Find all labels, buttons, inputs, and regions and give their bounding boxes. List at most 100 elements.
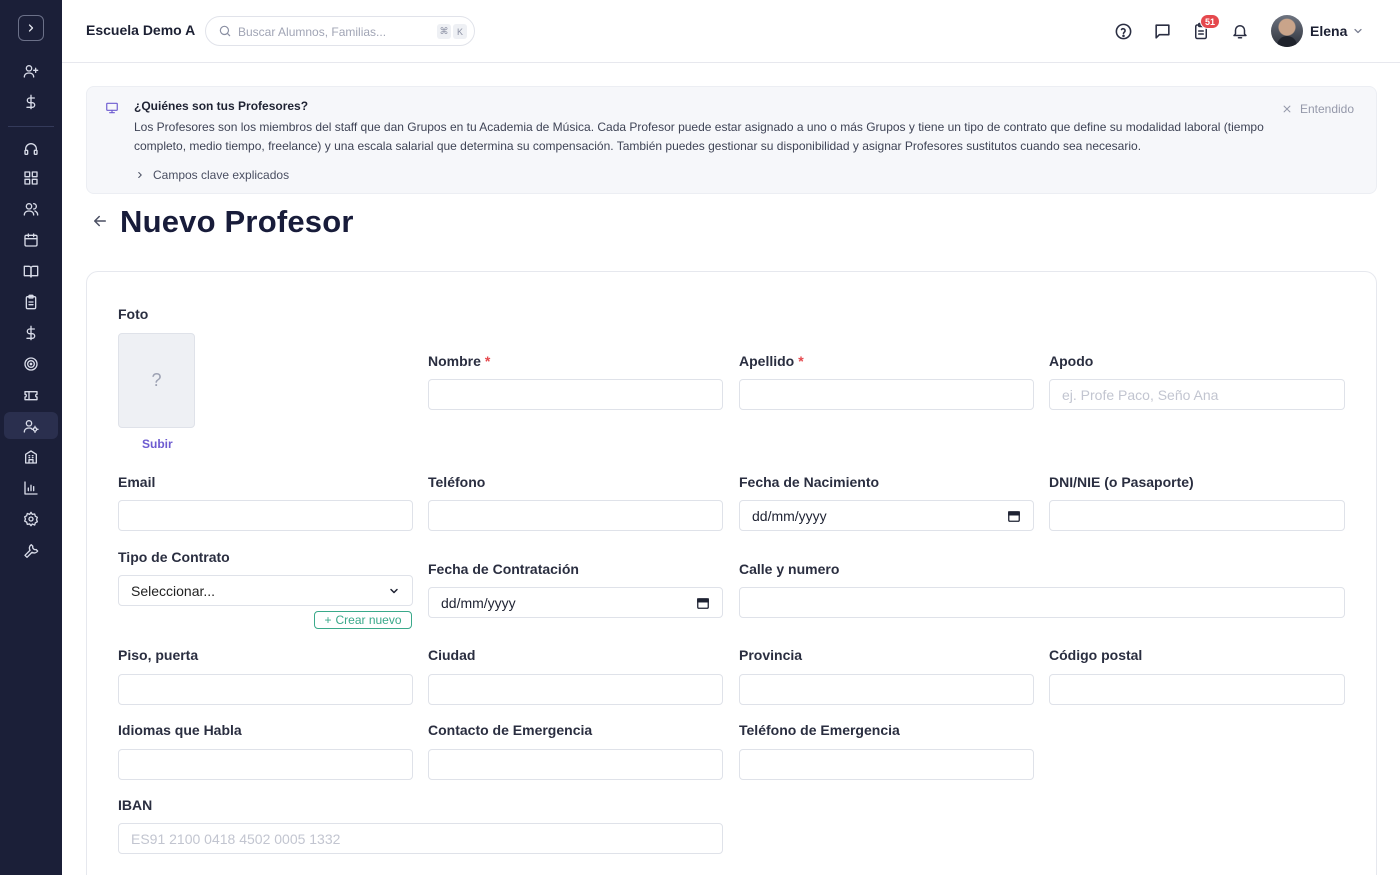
fecha-nacimiento-value: dd/mm/yyyy: [752, 507, 827, 524]
bell-icon: [1233, 25, 1247, 39]
search-input[interactable]: [238, 23, 428, 41]
piso-input[interactable]: [118, 674, 413, 705]
page-title: Nuevo Profesor: [120, 204, 354, 239]
key-fields-toggle[interactable]: Campos clave explicados: [135, 168, 289, 182]
nombre-label-text: Nombre: [428, 353, 481, 369]
shortcut-key-k: K: [453, 24, 467, 39]
contacto-emergencia-input[interactable]: [428, 749, 723, 780]
required-mark: *: [484, 353, 491, 369]
sidebar-item-tools[interactable]: [4, 536, 58, 563]
fecha-contratacion-value: dd/mm/yyyy: [441, 594, 516, 611]
sidebar-item-add-user[interactable]: [4, 57, 58, 84]
required-mark: *: [798, 353, 804, 369]
sidebar: [0, 0, 62, 875]
sidebar-item-tickets[interactable]: [4, 381, 58, 408]
sidebar-toggle-button[interactable]: [18, 15, 44, 41]
sidebar-item-billing[interactable]: [4, 88, 58, 115]
photo-placeholder[interactable]: ?: [118, 333, 195, 428]
ciudad-input[interactable]: [428, 674, 723, 705]
user-name[interactable]: Elena: [1310, 23, 1347, 39]
photo-placeholder-mark: ?: [151, 370, 162, 390]
chart-icon: [24, 480, 38, 495]
apellido-label-text: Apellido: [739, 353, 795, 369]
fecha-nacimiento-input[interactable]: dd/mm/yyyy: [739, 500, 1034, 531]
upload-photo-link[interactable]: Subir: [142, 437, 173, 451]
tipo-contrato-select[interactable]: Seleccionar...: [118, 575, 413, 606]
sidebar-item-attendance[interactable]: [4, 288, 58, 315]
users-icon: [23, 202, 39, 216]
apodo-input[interactable]: [1049, 379, 1345, 410]
plus-icon: +: [324, 613, 332, 627]
clipboard-icon: [25, 294, 37, 309]
headset-icon: [24, 142, 38, 155]
top-bar: Escuela Demo A ⌘ K 51 Elena: [62, 0, 1400, 63]
piso-label: Piso, puerta: [118, 647, 199, 663]
sidebar-item-courses[interactable]: [4, 257, 58, 284]
chat-icon: [1154, 23, 1170, 39]
provincia-label: Provincia: [739, 647, 803, 663]
fecha-contratacion-input[interactable]: dd/mm/yyyy: [428, 587, 723, 618]
iban-label: IBAN: [118, 797, 153, 813]
nombre-input[interactable]: [428, 379, 723, 410]
calendar-icon[interactable]: [696, 596, 710, 610]
sidebar-item-dashboard[interactable]: [4, 164, 58, 191]
messages-button[interactable]: [1151, 20, 1173, 42]
iban-input[interactable]: [118, 823, 723, 854]
telefono-emergencia-input[interactable]: [739, 749, 1034, 780]
dismiss-button[interactable]: Entendido: [1282, 102, 1354, 116]
calendar-icon[interactable]: [1007, 509, 1021, 523]
notifications-button[interactable]: [1229, 20, 1251, 42]
fecha-nacimiento-label: Fecha de Nacimiento: [739, 474, 880, 490]
sidebar-item-support[interactable]: [4, 135, 58, 162]
dashboard-icon: [24, 170, 38, 185]
wrench-icon: [24, 543, 39, 558]
shortcut-key-cmd: ⌘: [437, 24, 451, 39]
close-icon: [1283, 105, 1291, 113]
sidebar-item-students[interactable]: [4, 195, 58, 222]
sidebar-item-payments[interactable]: [4, 319, 58, 346]
gear-icon: [24, 511, 38, 526]
user-cog-icon: [23, 419, 39, 433]
search-box[interactable]: ⌘ K: [205, 16, 475, 46]
sidebar-item-teachers[interactable]: [4, 412, 58, 439]
avatar[interactable]: [1271, 15, 1303, 47]
telefono-label: Teléfono: [428, 474, 486, 490]
notification-badge: 51: [1200, 14, 1221, 29]
building-icon: [25, 449, 37, 464]
telefono-input[interactable]: [428, 500, 723, 531]
email-label: Email: [118, 474, 156, 490]
contacto-emergencia-label: Contacto de Emergencia: [428, 722, 593, 738]
chevron-down-icon[interactable]: [1352, 24, 1364, 42]
calle-input[interactable]: [739, 587, 1345, 618]
email-field[interactable]: [118, 500, 413, 531]
apellido-input[interactable]: [739, 379, 1034, 410]
dni-input[interactable]: [1049, 500, 1345, 531]
sidebar-item-goals[interactable]: [4, 350, 58, 377]
search-icon: [218, 24, 232, 43]
chevron-right-icon: [138, 171, 142, 179]
idiomas-input[interactable]: [118, 749, 413, 780]
ticket-icon: [24, 390, 38, 400]
sidebar-item-reports[interactable]: [4, 474, 58, 501]
info-body: Los Profesores son los miembros del staf…: [134, 120, 1264, 153]
sidebar-item-school[interactable]: [4, 443, 58, 470]
key-fields-label: Campos clave explicados: [153, 168, 290, 182]
codigo-postal-label: Código postal: [1049, 647, 1143, 663]
back-button[interactable]: [91, 212, 109, 235]
calle-label: Calle y numero: [739, 561, 840, 577]
tipo-contrato-value: Seleccionar...: [131, 582, 216, 599]
create-contract-type-button[interactable]: + Crear nuevo: [314, 611, 412, 629]
sidebar-item-settings[interactable]: [4, 505, 58, 532]
book-icon: [23, 265, 39, 278]
codigo-postal-input[interactable]: [1049, 674, 1345, 705]
sidebar-item-calendar[interactable]: [4, 226, 58, 253]
dollar-icon: [26, 94, 36, 109]
dismiss-label: Entendido: [1299, 102, 1354, 116]
info-title: ¿Quiénes son tus Profesores?: [134, 99, 309, 113]
create-new-label: Crear nuevo: [335, 613, 402, 627]
provincia-input[interactable]: [739, 674, 1034, 705]
school-name[interactable]: Escuela Demo A: [86, 22, 195, 38]
help-button[interactable]: [1112, 20, 1134, 42]
chevron-right-icon: [28, 24, 34, 32]
target-icon: [24, 356, 38, 371]
